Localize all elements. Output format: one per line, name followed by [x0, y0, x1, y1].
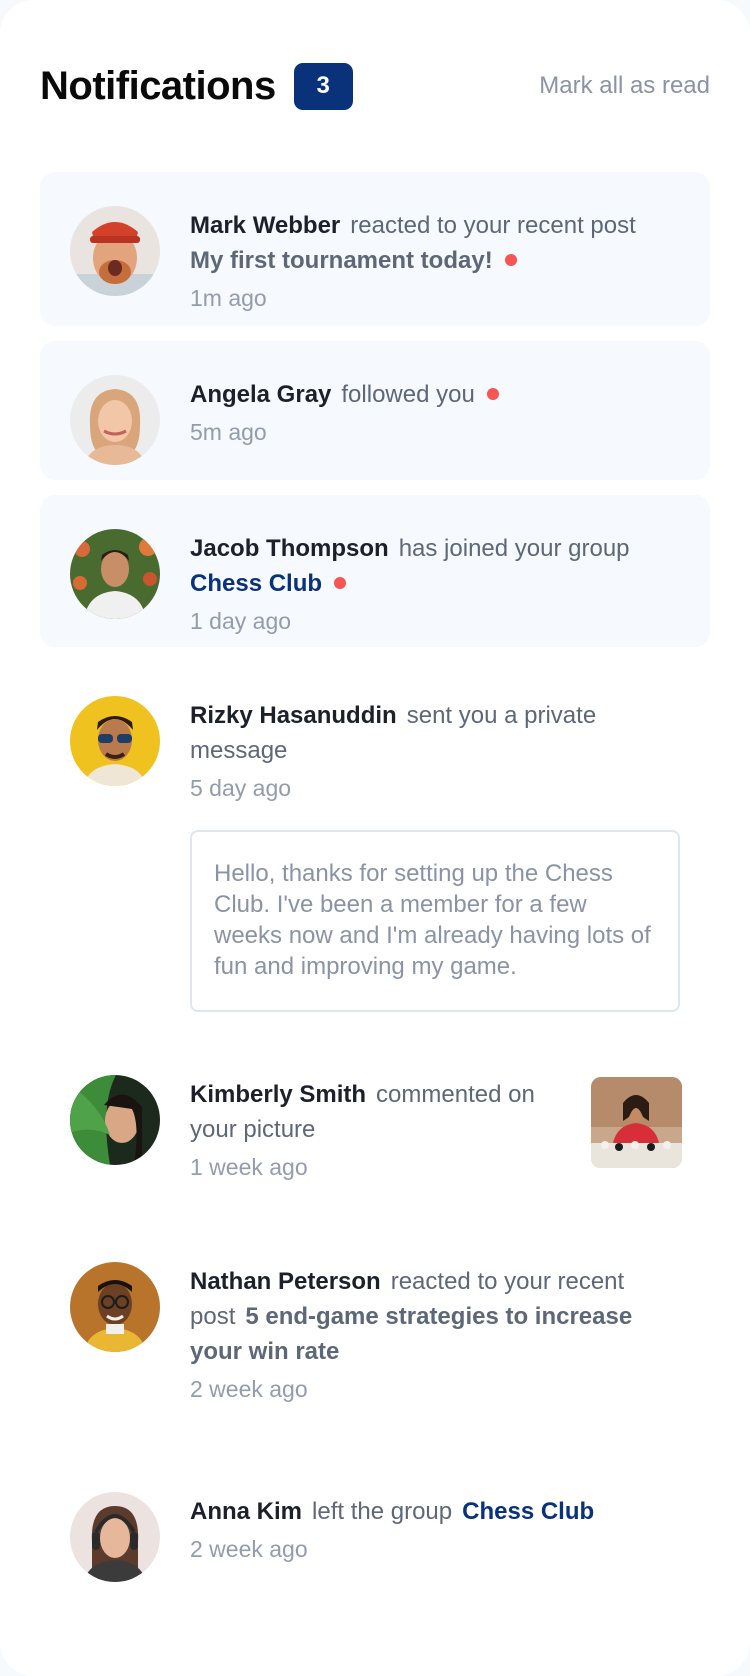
- group-link[interactable]: Chess Club: [190, 570, 322, 597]
- avatar-mark-webber: [70, 206, 160, 296]
- avatar-angela-gray: [70, 375, 160, 465]
- avatar-anna-kim: [70, 1492, 160, 1582]
- page-title: Notifications: [40, 63, 276, 108]
- avatar[interactable]: [70, 1075, 160, 1165]
- notification-body: Angela Gray followed you 5m ago: [190, 377, 680, 448]
- notification-text: Kimberly Smith commented on your picture: [190, 1077, 551, 1147]
- avatar-nathan-peterson: [70, 1262, 160, 1352]
- action-text: has joined your group: [398, 535, 630, 562]
- user-name[interactable]: Anna Kim: [190, 1498, 302, 1525]
- post-link[interactable]: 5 end-game strategies to increase your w…: [190, 1303, 632, 1365]
- notification-body: Kimberly Smith commented on your picture …: [190, 1077, 551, 1181]
- notification-item[interactable]: Nathan Peterson reacted to your recent po…: [40, 1228, 710, 1443]
- private-message[interactable]: Hello, thanks for setting up the Chess C…: [190, 830, 680, 1012]
- user-name[interactable]: Jacob Thompson: [190, 535, 389, 562]
- notification-body: Rizky Hasanuddin sent you a private messa…: [190, 698, 680, 1012]
- notifications-card: Notifications 3 Mark all as read Mark We…: [0, 0, 750, 1676]
- avatar[interactable]: [70, 696, 160, 786]
- user-name[interactable]: Nathan Peterson: [190, 1268, 381, 1295]
- notification-text: Jacob Thompson has joined your group Ches…: [190, 531, 680, 601]
- notification-text: Nathan Peterson reacted to your recent po…: [190, 1264, 680, 1369]
- unread-dot: [504, 253, 517, 266]
- notification-body: Anna Kim left the group Chess Club 2 week …: [190, 1494, 680, 1566]
- avatar[interactable]: [70, 206, 160, 296]
- avatar-kimberly-smith: [70, 1075, 160, 1165]
- timestamp: 1 day ago: [190, 608, 292, 634]
- action-text: reacted to your recent post: [350, 212, 636, 239]
- commented-picture-thumbnail[interactable]: [591, 1077, 682, 1168]
- notification-body: Nathan Peterson reacted to your recent po…: [190, 1264, 680, 1411]
- notification-item[interactable]: Rizky Hasanuddin sent you a private messa…: [40, 662, 710, 1026]
- title-group: Notifications 3: [40, 62, 353, 110]
- notification-body: Mark Webber reacted to your recent post M…: [190, 208, 680, 311]
- avatar[interactable]: [70, 529, 160, 619]
- group-link[interactable]: Chess Club: [462, 1498, 594, 1525]
- notification-item[interactable]: Anna Kim left the group Chess Club 2 week …: [40, 1458, 710, 1598]
- mark-all-read-button[interactable]: Mark all as read: [539, 72, 710, 100]
- avatar[interactable]: [70, 375, 160, 465]
- notification-item[interactable]: Mark Webber reacted to your recent post M…: [40, 172, 710, 326]
- timestamp: 5m ago: [190, 419, 267, 445]
- user-name[interactable]: Kimberly Smith: [190, 1081, 366, 1108]
- notification-text: Mark Webber reacted to your recent post M…: [190, 208, 680, 278]
- timestamp: 2 week ago: [190, 1376, 308, 1402]
- notification-item[interactable]: Jacob Thompson has joined your group Ches…: [40, 495, 710, 647]
- notification-text: Angela Gray followed you: [190, 377, 680, 412]
- avatar[interactable]: [70, 1262, 160, 1352]
- action-text: left the group: [312, 1498, 453, 1525]
- unread-dot: [334, 576, 347, 589]
- chess-picture-image: [591, 1077, 682, 1168]
- notification-text: Rizky Hasanuddin sent you a private messa…: [190, 698, 680, 768]
- user-name[interactable]: Rizky Hasanuddin: [190, 702, 397, 729]
- timestamp: 5 day ago: [190, 775, 292, 801]
- avatar-rizky-hasanuddin: [70, 696, 160, 786]
- notification-item[interactable]: Angela Gray followed you 5m ago: [40, 341, 710, 480]
- timestamp: 2 week ago: [190, 1536, 308, 1562]
- unread-count-badge: 3: [293, 62, 353, 110]
- user-name[interactable]: Mark Webber: [190, 212, 340, 239]
- avatar[interactable]: [70, 1492, 160, 1582]
- post-link[interactable]: My first tournament today!: [190, 247, 493, 274]
- notification-item[interactable]: Kimberly Smith commented on your picture …: [40, 1041, 710, 1213]
- avatar-jacob-thompson: [70, 529, 160, 619]
- user-name[interactable]: Angela Gray: [190, 381, 331, 408]
- action-text: followed you: [341, 381, 475, 408]
- notification-body: Jacob Thompson has joined your group Ches…: [190, 531, 680, 634]
- notification-text: Anna Kim left the group Chess Club: [190, 1494, 680, 1529]
- unread-dot: [486, 387, 499, 400]
- notifications-header: Notifications 3 Mark all as read: [40, 0, 710, 172]
- timestamp: 1m ago: [190, 285, 267, 311]
- timestamp: 1 week ago: [190, 1154, 308, 1180]
